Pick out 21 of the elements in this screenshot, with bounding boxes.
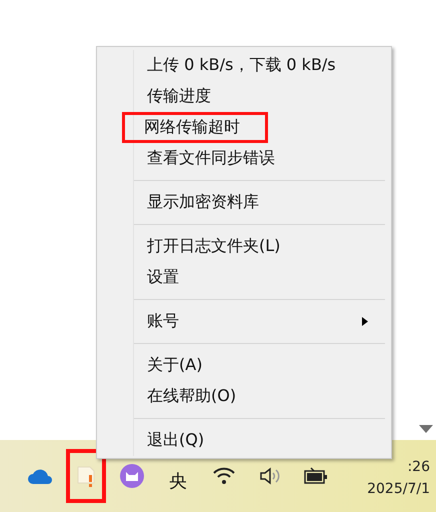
cloud-icon[interactable]: [27, 468, 53, 484]
menu-item[interactable]: 账号: [134, 306, 385, 337]
submenu-arrow-icon: [362, 317, 368, 326]
menu-item[interactable]: 关于(A): [134, 350, 385, 381]
wifi-icon[interactable]: [212, 466, 236, 486]
menu-item[interactable]: 退出(Q): [134, 425, 385, 456]
dropdown-arrow-icon[interactable]: [418, 424, 434, 434]
clock-time[interactable]: :26: [407, 459, 430, 475]
menu-item[interactable]: 在线帮助(O): [134, 381, 385, 412]
menu-item[interactable]: 传输进度: [134, 81, 385, 112]
menu-item[interactable]: 设置: [134, 262, 385, 293]
menu-item[interactable]: 网络传输超时: [122, 112, 268, 143]
cat-icon[interactable]: [120, 464, 144, 488]
menu-item[interactable]: 查看文件同步错误: [134, 143, 385, 174]
menu-item[interactable]: 打开日志文件夹(L): [134, 231, 385, 262]
menu-item[interactable]: 显示加密资料库: [134, 187, 385, 218]
battery-icon[interactable]: [304, 467, 328, 485]
input-method-indicator[interactable]: 央: [169, 469, 187, 493]
clock-date[interactable]: 2025/7/1: [367, 481, 430, 497]
menu-item[interactable]: 上传 0 kB/s，下载 0 kB/s: [134, 50, 385, 81]
speaker-icon[interactable]: [258, 466, 282, 486]
